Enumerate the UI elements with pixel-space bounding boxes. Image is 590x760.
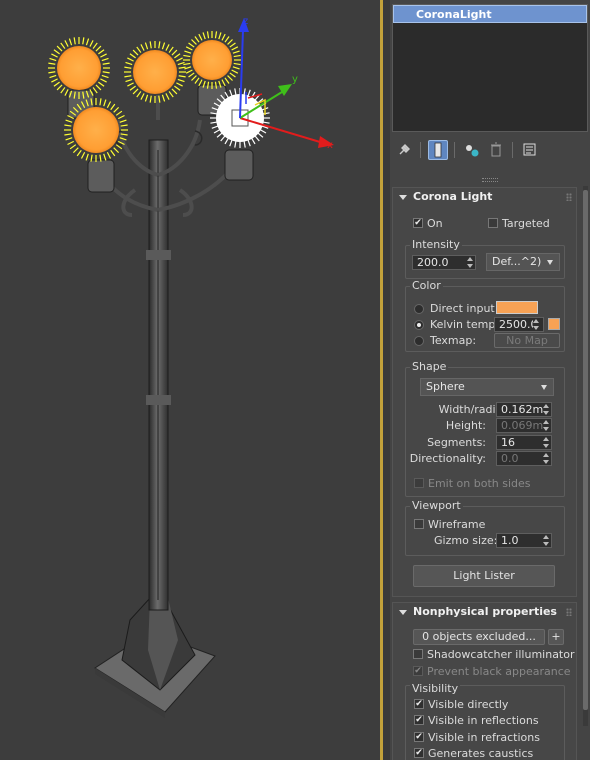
visible-reflections-label: Visible in reflections (428, 714, 539, 727)
emit-both-sides-label: Emit on both sides (428, 477, 531, 490)
targeted-checkbox[interactable] (488, 218, 498, 228)
rollout-grip-icon[interactable] (566, 193, 572, 201)
collapse-triangle-icon (399, 609, 407, 615)
on-label: On (427, 217, 443, 230)
kelvin-temp-spinner[interactable]: 2500.0 (494, 317, 544, 332)
configure-sets-icon[interactable] (520, 140, 540, 160)
directionality-spinner[interactable]: 0.0 (496, 451, 552, 466)
direct-input-label: Direct input: (430, 302, 499, 315)
modifier-stack-list[interactable]: CoronaLight (392, 4, 588, 132)
prevent-black-checkbox[interactable]: ✔ (413, 666, 423, 676)
make-unique-icon[interactable] (462, 140, 482, 160)
kelvin-temp-label: Kelvin temp: (430, 318, 500, 331)
intensity-title: Intensity (410, 238, 462, 251)
texmap-label: Texmap: (430, 334, 477, 347)
rollout-header-nonphysical[interactable]: Nonphysical properties (393, 603, 576, 621)
rollout-title: Corona Light (413, 190, 493, 203)
rollout-grip-icon[interactable] (566, 608, 572, 616)
stack-toolbar (394, 138, 588, 162)
generates-caustics-checkbox[interactable]: ✔ (414, 748, 424, 758)
panel-drag-handle[interactable] (482, 178, 498, 182)
axis-label-y: y (292, 74, 298, 85)
wireframe-label: Wireframe (428, 518, 486, 531)
prevent-black-label: Prevent black appearance (427, 665, 571, 678)
pin-stack-icon[interactable] (394, 140, 414, 160)
shadowcatcher-label: Shadowcatcher illuminator (427, 648, 575, 661)
shadowcatcher-checkbox[interactable] (413, 649, 423, 659)
direct-input-swatch[interactable] (496, 301, 538, 314)
3d-viewport[interactable]: z y x (0, 0, 380, 760)
texmap-radio[interactable] (414, 336, 424, 346)
viewport-title: Viewport (410, 499, 463, 512)
direct-input-radio[interactable] (414, 304, 424, 314)
emit-both-sides-checkbox[interactable] (414, 478, 424, 488)
show-end-result-icon[interactable] (428, 140, 448, 160)
kelvin-color-swatch (548, 318, 560, 330)
visible-refractions-checkbox[interactable]: ✔ (414, 732, 424, 742)
intensity-group: Intensity 200.0 Def...^2) (405, 238, 565, 279)
visibility-title: Visibility (410, 682, 461, 695)
panel-splitter[interactable] (383, 0, 390, 760)
viewport-group: Viewport Wireframe Gizmo size: 1.0 (405, 499, 565, 556)
intensity-spinner[interactable]: 200.0 (412, 255, 476, 270)
rollout-header-corona-light[interactable]: Corona Light (393, 188, 576, 206)
generates-caustics-label: Generates caustics (428, 747, 534, 760)
intensity-unit-dropdown[interactable]: Def...^2) (486, 253, 560, 271)
rollout-title: Nonphysical properties (413, 605, 557, 618)
visible-reflections-checkbox[interactable]: ✔ (414, 715, 424, 725)
visible-refractions-label: Visible in refractions (428, 731, 540, 744)
segments-spinner[interactable]: 16 (496, 435, 552, 450)
visible-directly-label: Visible directly (428, 698, 509, 711)
color-group: Color Direct input: Kelvin temp: 2500.0 … (405, 279, 565, 352)
width-radius-spinner[interactable]: 0.162m (496, 402, 552, 417)
panel-scroll-thumb[interactable] (583, 190, 588, 710)
texmap-button[interactable]: No Map (494, 333, 560, 348)
gizmo-size-label: Gizmo size: (434, 534, 498, 547)
command-panel: CoronaLight Corona Light ✔ On Targeted I… (390, 0, 590, 760)
nonphysical-rollout: Nonphysical properties 0 objects exclude… (392, 602, 577, 760)
axis-label-x: x (327, 140, 333, 151)
shape-title: Shape (410, 360, 449, 373)
height-label: Height: (445, 419, 486, 432)
remove-modifier-icon[interactable] (486, 140, 506, 160)
visible-directly-checkbox[interactable]: ✔ (414, 699, 424, 709)
visibility-group: Visibility ✔ Visible directly ✔ Visible … (405, 682, 565, 760)
height-spinner[interactable]: 0.069m (496, 418, 552, 433)
on-checkbox[interactable]: ✔ (413, 218, 423, 228)
segments-label: Segments: (427, 436, 486, 449)
wireframe-checkbox[interactable] (414, 519, 424, 529)
objects-excluded-button[interactable]: 0 objects excluded... (413, 629, 545, 645)
corona-light-sphere-4 (64, 98, 128, 162)
gizmo-size-spinner[interactable]: 1.0 (496, 533, 552, 548)
kelvin-temp-radio[interactable] (414, 320, 424, 330)
shape-type-dropdown[interactable]: Sphere (420, 378, 554, 396)
light-lister-button[interactable]: Light Lister (413, 565, 555, 587)
lamp-post-scene: z y x (48, 16, 334, 718)
corona-light-sphere-2 (124, 41, 186, 103)
add-excluded-button[interactable]: + (548, 629, 564, 645)
shape-group: Shape Sphere Width/radius: 0.162m Height… (405, 360, 565, 497)
axis-label-z: z (243, 16, 248, 27)
corona-light-rollout: Corona Light ✔ On Targeted Intensity 200… (392, 187, 577, 597)
targeted-label: Targeted (502, 217, 550, 230)
collapse-triangle-icon (399, 194, 407, 200)
stack-item-coronalight[interactable]: CoronaLight (393, 5, 587, 23)
color-title: Color (410, 279, 443, 292)
corona-light-sphere-1 (48, 37, 110, 99)
corona-light-sphere-3 (183, 31, 241, 89)
directionality-label: Directionality: (409, 452, 486, 465)
